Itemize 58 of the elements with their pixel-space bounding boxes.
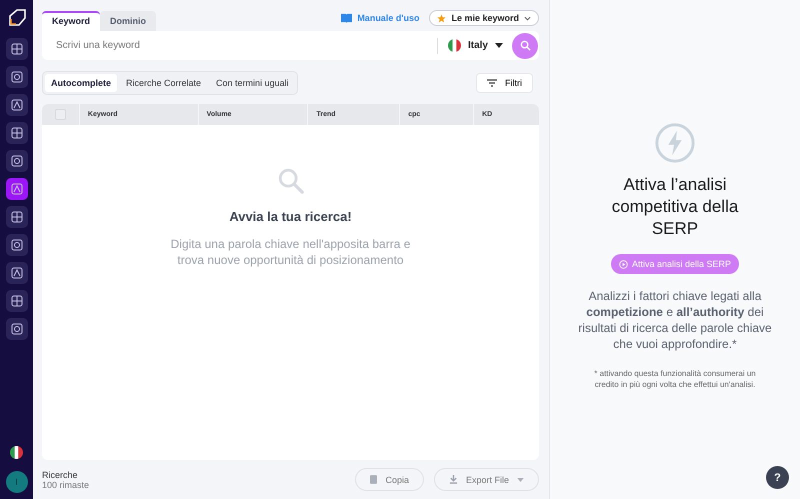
help-button[interactable]: ? bbox=[766, 466, 789, 489]
nav-icon bbox=[10, 295, 22, 307]
nav-button[interactable] bbox=[6, 178, 28, 200]
copy-button[interactable]: Copia bbox=[355, 468, 424, 491]
mode-tab[interactable]: Ricerche Correlate bbox=[120, 74, 208, 92]
export-button[interactable]: Export File bbox=[434, 468, 539, 491]
nav-button[interactable] bbox=[6, 290, 28, 312]
flag-icon bbox=[448, 39, 461, 52]
nav-button[interactable] bbox=[6, 38, 28, 60]
serp-description: Analizzi i fattori chiave legati alla competizione e all’authority dei risultati di ricerca delle parole chiave che vuoi approfondire.* bbox=[577, 288, 773, 352]
remaining-count: 100 rimaste bbox=[42, 480, 90, 490]
search-tab[interactable]: Keyword bbox=[42, 11, 100, 31]
nav-icon bbox=[10, 211, 22, 223]
nav-icon bbox=[10, 127, 22, 139]
nav-icon bbox=[10, 99, 22, 111]
filter-icon bbox=[487, 79, 497, 87]
nav-button[interactable] bbox=[6, 318, 28, 340]
nav-icon bbox=[10, 183, 22, 195]
searches-label: Ricerche bbox=[42, 470, 79, 480]
search-tab[interactable]: Dominio bbox=[100, 11, 156, 31]
nav-icon bbox=[10, 267, 22, 279]
serp-title: Attiva l’analisi competitiva della SERP bbox=[610, 174, 740, 240]
nav-button[interactable] bbox=[6, 206, 28, 228]
flag-icon[interactable] bbox=[10, 446, 23, 459]
download-icon bbox=[448, 475, 458, 484]
nav-button[interactable] bbox=[6, 150, 28, 172]
empty-message: Digita una parola chiave nell'apposita barra e trova nuove opportunità di posizionamento bbox=[170, 236, 412, 268]
mode-tab[interactable]: Con termini uguali bbox=[210, 74, 295, 92]
nav-icon bbox=[10, 43, 22, 55]
country-select[interactable]: Italy bbox=[448, 39, 503, 52]
nav-icon bbox=[10, 71, 22, 83]
caret-icon bbox=[517, 478, 524, 482]
play-icon bbox=[618, 260, 628, 268]
nav-icon bbox=[10, 155, 22, 167]
star-icon bbox=[437, 14, 446, 22]
nav-icon bbox=[10, 239, 22, 251]
nav-button[interactable] bbox=[6, 262, 28, 284]
mode-tab[interactable]: Autocomplete bbox=[45, 74, 118, 92]
search-icon bbox=[520, 40, 530, 51]
empty-title: Avvia la tua ricerca! bbox=[229, 209, 352, 224]
copy-icon bbox=[370, 475, 378, 484]
chevron-icon bbox=[524, 16, 531, 20]
nav-button[interactable] bbox=[6, 122, 28, 144]
logo-icon[interactable] bbox=[6, 8, 26, 28]
nav-button[interactable] bbox=[6, 234, 28, 256]
nav-button[interactable] bbox=[6, 94, 28, 116]
nav-button[interactable] bbox=[6, 66, 28, 88]
search-icon bbox=[276, 167, 304, 195]
search-button[interactable] bbox=[512, 32, 538, 58]
filters-button[interactable]: Filtri bbox=[476, 73, 533, 93]
keyword-input[interactable]: Scrivi una keyword bbox=[54, 39, 437, 52]
lightning-icon bbox=[654, 122, 696, 164]
book-icon bbox=[340, 12, 354, 24]
search-field[interactable]: Scrivi una keyword Italy bbox=[42, 31, 539, 60]
credit-note: * attivando questa funzionalità consumerai un credito in più ogni volta che effettui un'analisi. bbox=[593, 368, 757, 390]
caret-icon bbox=[495, 43, 503, 48]
nav-icon bbox=[10, 323, 22, 335]
my-keywords-button[interactable]: Le mie keyword bbox=[429, 10, 539, 26]
